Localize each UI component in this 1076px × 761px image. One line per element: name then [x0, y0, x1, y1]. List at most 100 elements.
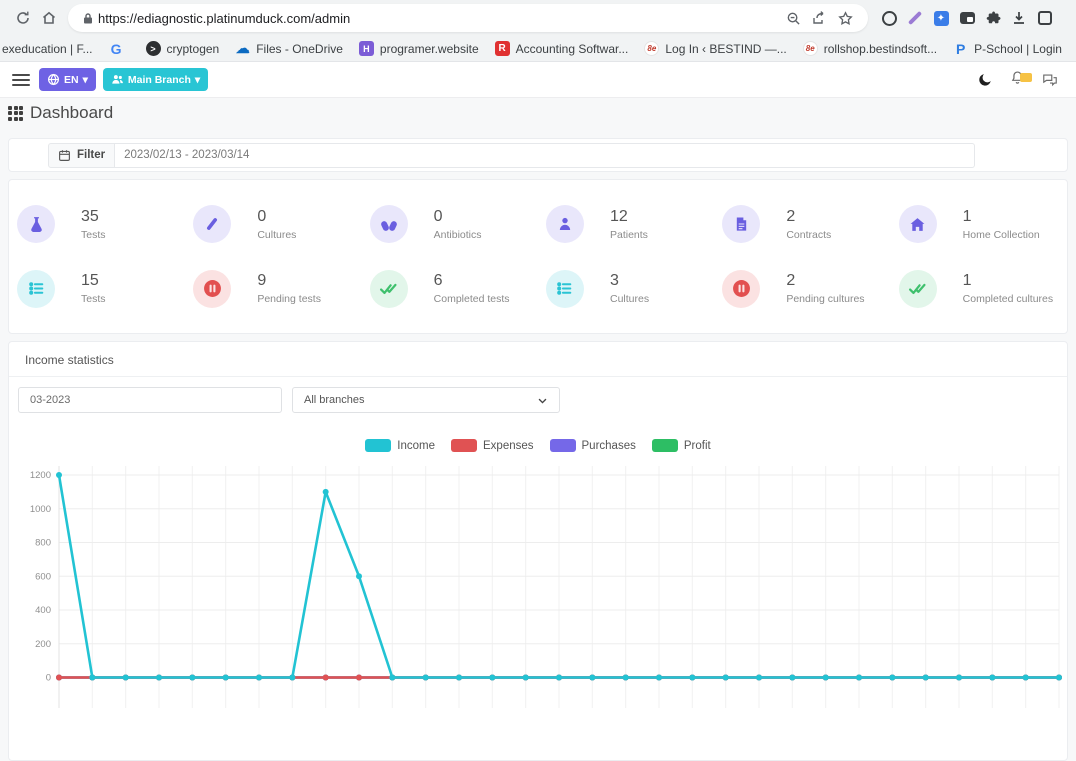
bestind-8e-favicon: 8e: [803, 41, 818, 56]
bookmark-item[interactable]: R Accounting Softwar...: [487, 38, 637, 60]
stat-item: 2Pending cultures: [714, 257, 890, 322]
language-button[interactable]: EN ▾: [39, 68, 96, 91]
stat-label: Contracts: [786, 229, 831, 241]
chart-legend: Income Expenses Purchases Profit: [9, 439, 1067, 452]
stat-value: 12: [610, 208, 648, 226]
bookmark-item[interactable]: P P-School | Login: [945, 38, 1070, 60]
svg-text:0: 0: [46, 673, 51, 684]
stat-label: Patients: [610, 229, 648, 241]
notifications-bell-icon[interactable]: [1010, 70, 1025, 90]
stat-item: 3 Cultures: [538, 257, 714, 322]
test-tube-icon: [193, 205, 231, 243]
pause-icon: [722, 270, 760, 308]
address-bar[interactable]: [68, 4, 868, 32]
date-range-input[interactable]: [115, 143, 975, 168]
bookmark-item[interactable]: H programer.website: [351, 38, 487, 60]
list-icon: [17, 270, 55, 308]
stat-item: 1Completed cultures: [891, 257, 1067, 322]
notification-badge: [1020, 73, 1032, 82]
svg-text:800: 800: [35, 538, 51, 549]
lock-icon: [78, 5, 98, 31]
stat-item: 6 Completed tests: [362, 257, 538, 322]
legend-item[interactable]: Income: [365, 439, 435, 452]
stat-label: Home Collection: [963, 229, 1040, 241]
svg-text:1200: 1200: [30, 470, 51, 481]
dashboard-grid-icon: [8, 106, 23, 121]
stat-value: 0: [434, 208, 482, 226]
branch-button[interactable]: Main Branch ▾: [103, 68, 208, 91]
extensions-puzzle-icon[interactable]: [980, 5, 1006, 31]
legend-item[interactable]: Purchases: [550, 439, 636, 452]
branch-select[interactable]: All branches: [292, 387, 560, 413]
stat-item: 0 Antibiotics: [362, 192, 538, 257]
calendar-icon: [58, 149, 71, 162]
dashboard-page: Dashboard Filter 35 Tests 0 Cultures 0 Antibi…: [0, 99, 1076, 604]
picture-in-picture-icon[interactable]: [954, 5, 980, 31]
download-icon[interactable]: [1006, 5, 1032, 31]
pills-icon: [370, 205, 408, 243]
reload-icon[interactable]: [10, 5, 36, 31]
legend-swatch: [365, 439, 391, 452]
google-g-favicon: G: [109, 41, 124, 56]
moon-icon[interactable]: [978, 72, 993, 87]
users-icon: [111, 73, 124, 86]
home-icon[interactable]: [36, 5, 62, 31]
month-input[interactable]: [18, 387, 282, 413]
stat-value: 1: [963, 272, 1053, 290]
legend-item[interactable]: Profit: [652, 439, 711, 452]
chevron-down-icon: [537, 395, 548, 406]
bookmark-label: Log In ‹ BESTIND —...: [665, 42, 786, 56]
home-icon: [899, 205, 937, 243]
stat-label: Pending tests: [257, 293, 321, 305]
branch-select-value: All branches: [304, 394, 365, 406]
bookmark-item[interactable]: exeducation | F...: [0, 38, 101, 60]
bookmarks-overflow-chevron[interactable]: »: [1070, 41, 1076, 56]
menu-icon[interactable]: [12, 74, 30, 86]
pschool-p-favicon: P: [953, 41, 968, 56]
stat-value: 3: [610, 272, 649, 290]
bestind-8e-favicon: 8e: [644, 41, 659, 56]
filter-label: Filter: [77, 149, 105, 161]
bookmark-item[interactable]: G: [101, 38, 138, 60]
stat-label: Tests: [81, 293, 106, 305]
url-input[interactable]: [98, 11, 780, 26]
filter-card: Filter: [8, 138, 1068, 172]
patient-icon: [546, 205, 584, 243]
legend-label: Purchases: [582, 440, 636, 452]
share-icon[interactable]: [806, 5, 832, 31]
stat-label: Tests: [81, 229, 106, 241]
svg-text:400: 400: [35, 605, 51, 616]
contract-icon: [722, 205, 760, 243]
list-icon: [546, 270, 584, 308]
stat-value: 35: [81, 208, 106, 226]
globe-icon: [47, 73, 60, 86]
chevron-down-icon: ▾: [195, 74, 200, 86]
bookmark-label: exeducation | F...: [2, 42, 93, 56]
zoom-out-icon[interactable]: [780, 5, 806, 31]
filter-addon: Filter: [48, 143, 115, 168]
browser-toolbar: ✦: [0, 0, 1076, 36]
bookmark-item[interactable]: 8e rollshop.bestindsoft...: [795, 38, 945, 60]
pen-extension-icon[interactable]: [902, 5, 928, 31]
stat-label: Antibiotics: [434, 229, 482, 241]
page-title-text: Dashboard: [30, 103, 113, 123]
svg-text:600: 600: [35, 571, 51, 582]
flask-icon: [17, 205, 55, 243]
stat-label: Cultures: [610, 293, 649, 305]
legend-item[interactable]: Expenses: [451, 439, 534, 452]
bookmark-item[interactable]: > cryptogen: [138, 38, 228, 60]
star-icon[interactable]: [832, 5, 858, 31]
chat-icon[interactable]: [1042, 72, 1058, 87]
red-r-favicon: R: [495, 41, 510, 56]
bookmark-item[interactable]: 8e Log In ‹ BESTIND —...: [636, 38, 794, 60]
extension-swirl-icon[interactable]: [876, 5, 902, 31]
side-panel-icon[interactable]: [1032, 5, 1058, 31]
stat-value: 6: [434, 272, 510, 290]
app-header: EN ▾ Main Branch ▾: [0, 62, 1076, 98]
stat-value: 2: [786, 208, 831, 226]
stat-label: Completed tests: [434, 293, 510, 305]
stat-item: 35 Tests: [9, 192, 185, 257]
bookmark-label: Files - OneDrive: [256, 42, 343, 56]
bing-ai-icon[interactable]: ✦: [928, 5, 954, 31]
bookmark-item[interactable]: ☁ Files - OneDrive: [227, 38, 351, 60]
